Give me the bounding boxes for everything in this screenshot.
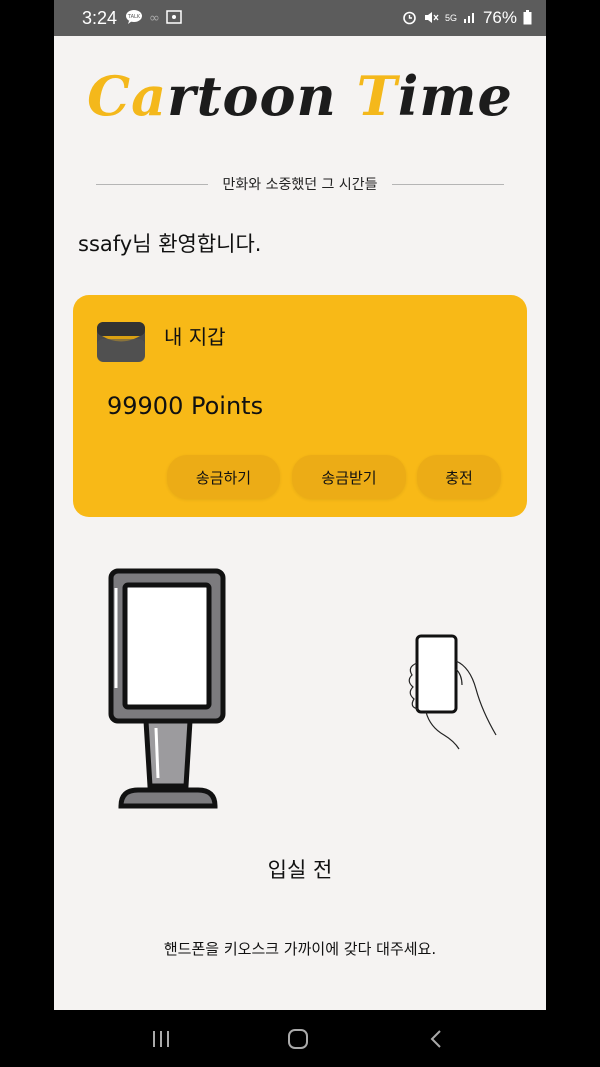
send-money-button[interactable]: 송금하기 bbox=[167, 455, 280, 499]
hand-phone-illustration bbox=[404, 631, 498, 753]
back-icon[interactable] bbox=[416, 1024, 456, 1054]
tagline-row: 만화와 소중했던 그 시간들 bbox=[96, 174, 504, 194]
phone-frame: 3:24 TALK ∞ 5G 76% Cartoon Time 만화와 소중했던… bbox=[54, 0, 546, 1067]
kiosk-illustration bbox=[108, 568, 226, 814]
mute-icon bbox=[423, 10, 439, 27]
battery-icon bbox=[523, 9, 532, 27]
status-bar: 3:24 TALK ∞ 5G 76% bbox=[54, 0, 546, 36]
network-badge: 5G bbox=[444, 12, 457, 23]
room-status-label: 입실 전 bbox=[267, 858, 333, 882]
app-logo: Cartoon Time bbox=[87, 64, 513, 128]
wallet-card: 내 지갑 99900 Points 송금하기 송금받기 충전 bbox=[73, 295, 527, 517]
tagline: 만화와 소중했던 그 시간들 bbox=[222, 177, 378, 193]
app-screen: Cartoon Time 만화와 소중했던 그 시간들 ssafy님 환영합니다… bbox=[54, 36, 546, 1010]
welcome-message: ssafy님 환영합니다. bbox=[78, 232, 262, 256]
android-nav-bar bbox=[54, 1010, 546, 1067]
wallet-title: 내 지갑 bbox=[164, 325, 226, 349]
home-icon[interactable] bbox=[278, 1024, 318, 1054]
divider-left bbox=[96, 183, 209, 185]
receive-money-button[interactable]: 송금받기 bbox=[292, 455, 406, 499]
battery-percent: 76% bbox=[482, 8, 517, 27]
alarm-icon bbox=[402, 10, 417, 27]
status-time: 3:24 bbox=[82, 7, 118, 28]
points-balance: 99900 Points bbox=[107, 392, 264, 420]
cast-icon bbox=[166, 9, 182, 27]
recent-apps-icon[interactable] bbox=[141, 1024, 181, 1054]
link-icon: ∞ bbox=[149, 10, 160, 26]
divider-right bbox=[391, 183, 504, 185]
nfc-instruction: 핸드폰을 키오스크 가까이에 갖다 대주세요. bbox=[163, 940, 437, 958]
svg-text:TALK: TALK bbox=[127, 14, 141, 20]
charge-button[interactable]: 충전 bbox=[417, 455, 501, 499]
signal-icon bbox=[463, 10, 477, 26]
wallet-icon bbox=[96, 321, 146, 363]
talk-icon: TALK bbox=[125, 9, 143, 28]
